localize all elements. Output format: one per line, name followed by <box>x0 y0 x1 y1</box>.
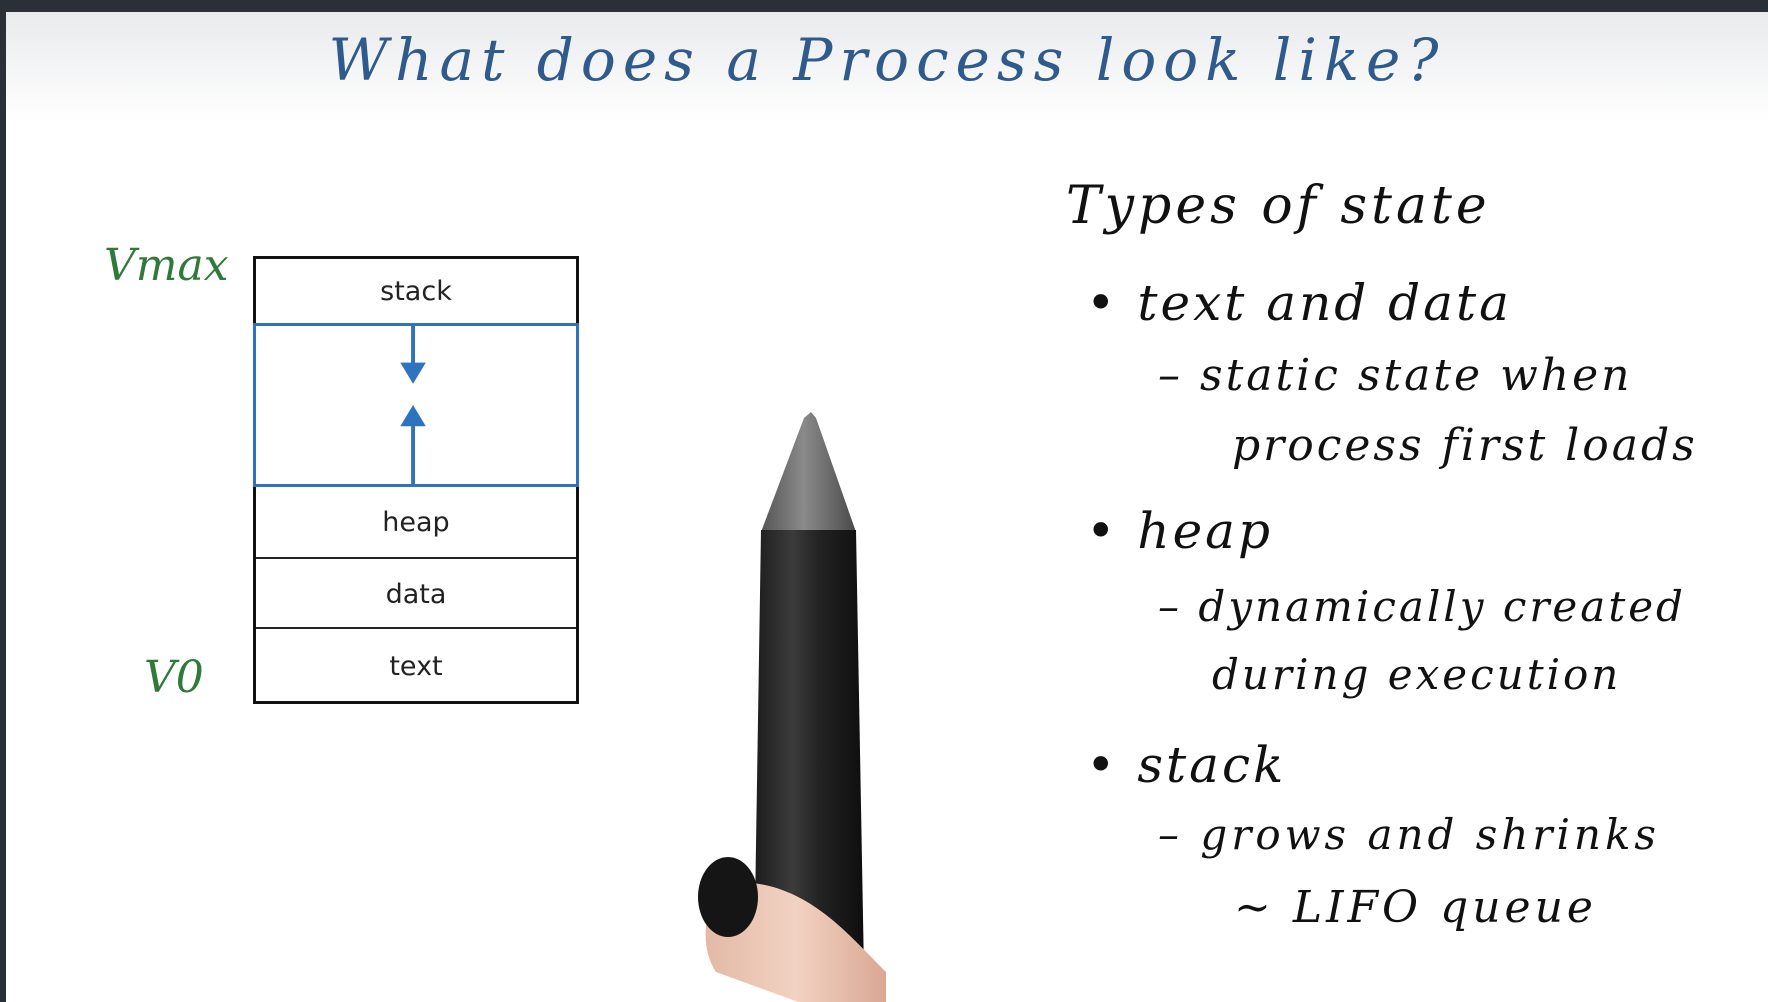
heap-segment: heap <box>256 487 576 557</box>
heap-segment-label: heap <box>382 506 450 538</box>
stack-segment: stack <box>256 259 576 323</box>
note-heap-detail-2: during execution <box>1212 650 1622 699</box>
heap-growth-arrowhead <box>400 405 426 427</box>
note-text-and-data-detail-1: – static state when <box>1158 350 1633 401</box>
note-stack: • stack <box>1086 736 1287 794</box>
whiteboard: What does a Process look like? Vmax V0 s… <box>6 12 1768 1002</box>
note-stack-detail-2: ~ LIFO queue <box>1234 882 1597 933</box>
stack-segment-label: stack <box>380 275 452 307</box>
notes-heading: Types of state <box>1066 176 1491 236</box>
v0-label: V0 <box>144 652 204 703</box>
note-stack-detail-1: – grows and shrinks <box>1158 810 1660 859</box>
memory-layout-diagram: stack heap data text <box>253 256 579 704</box>
video-frame: What does a Process look like? Vmax V0 s… <box>0 0 1768 1002</box>
data-segment: data <box>256 557 576 629</box>
pen-and-hand-image <box>698 412 886 1002</box>
stack-growth-arrowhead <box>400 362 426 384</box>
growth-arrows <box>400 326 426 484</box>
note-heap: • heap <box>1086 502 1273 560</box>
page-title: What does a Process look like? <box>328 26 1446 94</box>
vmax-label: Vmax <box>104 240 229 291</box>
free-space-region <box>253 323 579 487</box>
note-text-and-data: • text and data <box>1086 274 1512 332</box>
text-segment-label: text <box>389 650 443 682</box>
note-heap-detail-1: – dynamically created <box>1158 582 1686 631</box>
note-text-and-data-detail-2: process first loads <box>1232 420 1698 471</box>
data-segment-label: data <box>385 578 447 610</box>
text-segment: text <box>256 627 576 703</box>
